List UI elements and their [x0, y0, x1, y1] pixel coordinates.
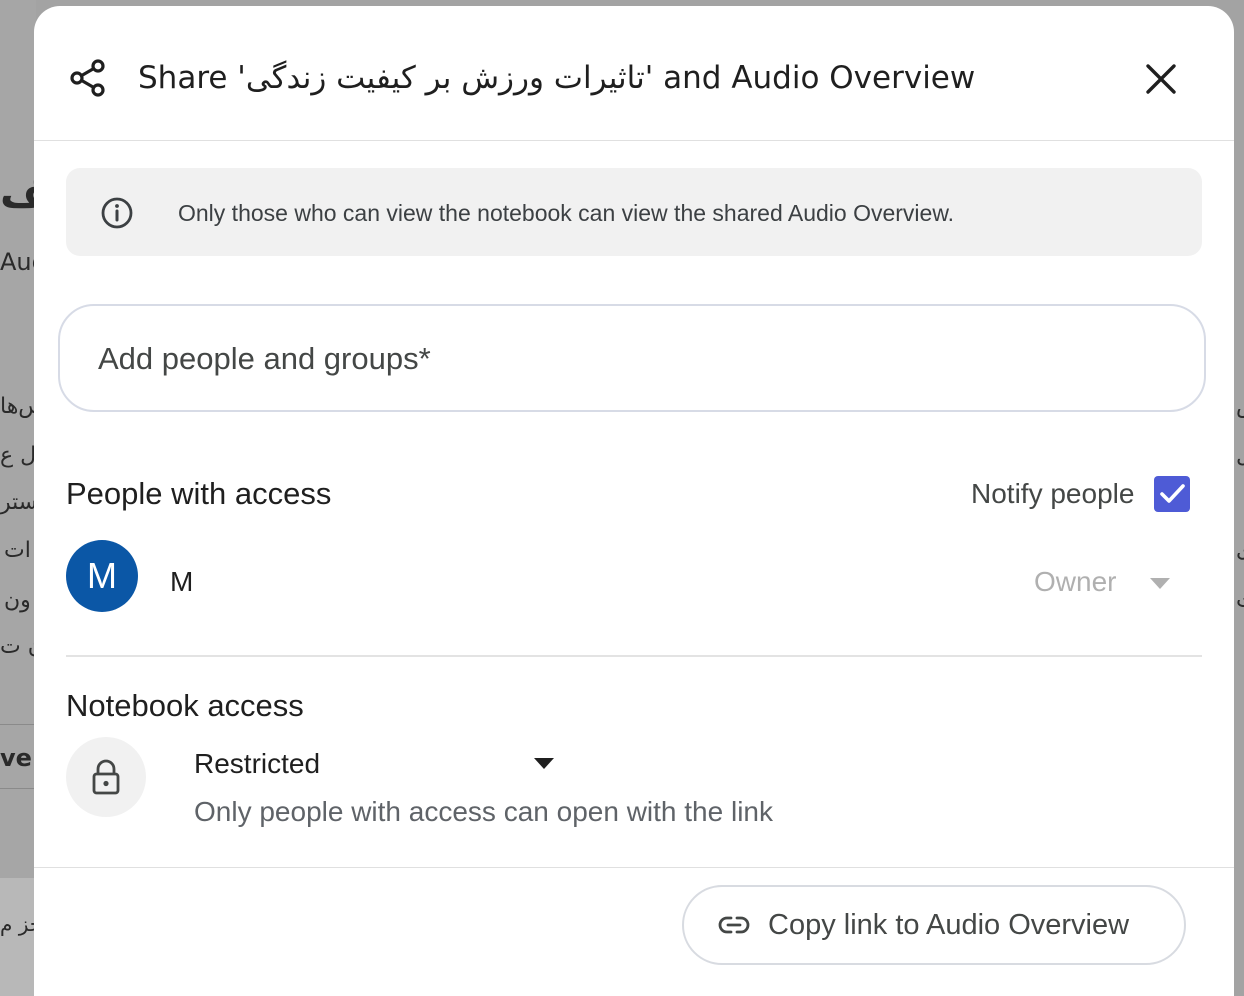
footer-divider — [34, 867, 1234, 868]
checkmark-icon — [1160, 484, 1185, 503]
dialog-header: Share 'تاثیرات ورزش بر کیفیت زندگی' and … — [34, 6, 1234, 141]
add-people-input[interactable] — [96, 336, 1160, 382]
background-text-fragment: ستر — [0, 490, 38, 515]
lock-badge — [66, 737, 146, 817]
dropdown-caret-icon — [1150, 578, 1170, 589]
background-input-strip — [0, 878, 36, 996]
notify-people-label: Notify people — [971, 478, 1135, 509]
share-icon — [70, 59, 105, 97]
copy-link-button[interactable]: Copy link to Audio Overview — [682, 885, 1186, 965]
access-level-select[interactable]: Restricted — [194, 746, 320, 782]
background-right-fragment: ی — [1236, 538, 1244, 563]
background-right-fragment: ل — [1236, 443, 1244, 468]
lock-icon — [92, 759, 120, 795]
link-icon — [718, 916, 750, 934]
info-banner: Only those who can view the notebook can… — [66, 168, 1202, 256]
access-description: Only people with access can open with th… — [194, 796, 773, 827]
person-name: M — [170, 566, 194, 597]
background-tab-fragment: ve — [0, 744, 32, 772]
background-divider — [0, 724, 36, 725]
section-divider — [66, 655, 1202, 657]
share-dialog: Share 'تاثیرات ورزش بر کیفیت زندگی' and … — [34, 6, 1234, 996]
notify-people-checkbox[interactable] — [1154, 476, 1190, 512]
background-text-fragment: ون — [4, 588, 31, 613]
info-text: Only those who can view the notebook can… — [178, 200, 955, 226]
background-text-fragment: ات — [4, 538, 31, 563]
close-icon[interactable] — [1138, 56, 1184, 102]
background-right-fragment: س — [1236, 394, 1244, 419]
info-icon — [101, 197, 133, 229]
background-right-fragment: ت — [1236, 588, 1244, 613]
copy-link-label: Copy link to Audio Overview — [768, 909, 1130, 941]
avatar: M — [66, 540, 138, 612]
add-people-field[interactable] — [58, 304, 1206, 412]
notebook-access-heading: Notebook access — [66, 688, 304, 723]
role-dropdown: Owner — [1034, 566, 1117, 597]
dialog-title: Share 'تاثیرات ورزش بر کیفیت زندگی' and … — [138, 60, 976, 96]
people-with-access-heading: People with access — [66, 476, 332, 511]
background-divider — [0, 788, 36, 789]
background-text-fragment: ل ع — [0, 443, 37, 468]
dropdown-caret-icon[interactable] — [534, 758, 554, 770]
